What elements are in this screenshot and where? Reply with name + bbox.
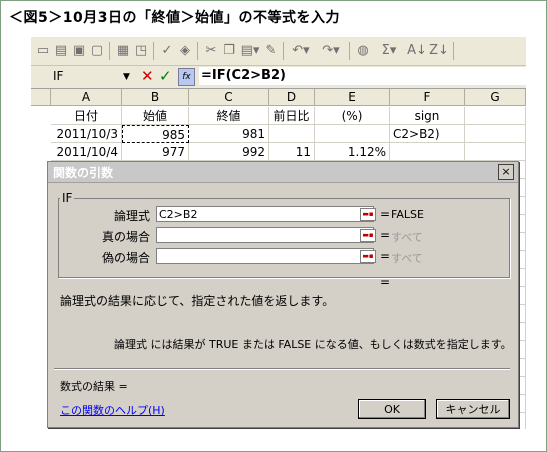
dialog-titlebar[interactable]: 関数の引数 ×	[48, 162, 518, 183]
column-header[interactable]: E	[315, 89, 390, 106]
cell-b3[interactable]: 977	[122, 143, 189, 161]
cell-d3[interactable]: 11	[269, 143, 315, 161]
column-header[interactable]: D	[269, 89, 315, 106]
column-header[interactable]: G	[465, 89, 526, 106]
cell-d2[interactable]	[269, 125, 315, 143]
cell-c1[interactable]: 終値	[189, 107, 269, 125]
cell-f3[interactable]	[390, 143, 465, 161]
function-result-equals: =	[380, 275, 391, 289]
value-if-false-label: 偽の場合	[101, 251, 150, 265]
select-all-corner[interactable]	[31, 89, 51, 106]
formula-bar: IF ▼ ✕ ✓ fx =IF(C2>B2)	[31, 66, 526, 89]
dialog-title: 関数の引数	[53, 166, 114, 180]
name-box[interactable]: IF	[33, 68, 131, 84]
column-header[interactable]: F	[390, 89, 465, 106]
cell-e3[interactable]: 1.12%	[315, 143, 390, 161]
ok-button[interactable]: OK	[358, 399, 426, 419]
permission-icon[interactable]: ▢	[89, 42, 105, 60]
formula-result-label: 数式の結果 =	[60, 380, 128, 393]
cell-b1[interactable]: 始値	[122, 107, 189, 125]
paste-icon[interactable]: ▤▾	[239, 42, 261, 60]
standard-toolbar: ▭ ▤ ▣ ▢ ▦ ◳ ✓ ◈ ✂ ❐ ▤▾ ✎ ↶▾ ↷▾ ◍ Σ▾ A↓ Z…	[31, 37, 526, 66]
value-if-true-input[interactable]	[156, 227, 374, 243]
toolbar-separator	[153, 42, 154, 60]
function-arguments-dialog: 関数の引数 × IF 論理式 C2>B2 ▬▪ = FALSE 真の場合 ▬▪ …	[47, 161, 519, 428]
equals-sign: =	[380, 207, 391, 221]
research-icon[interactable]: ◈	[177, 42, 193, 60]
spelling-icon[interactable]: ✓	[159, 42, 175, 60]
argument-description: 論理式 には結果が TRUE または FALSE になる値、もしくは数式を指定し…	[114, 338, 512, 351]
autosum-glyph: Σ	[381, 43, 390, 58]
cancel-formula-button[interactable]: ✕	[141, 68, 154, 85]
name-box-dropdown-icon[interactable]: ▼	[123, 72, 130, 82]
value-if-true-result: すべて	[391, 231, 423, 244]
new-icon[interactable]: ▭	[35, 42, 51, 60]
toolbar-separator	[349, 42, 350, 60]
enter-formula-button[interactable]: ✓	[159, 68, 172, 85]
hyperlink-icon[interactable]: ◍	[355, 42, 371, 60]
cell-g1[interactable]	[465, 107, 526, 125]
help-link[interactable]: この関数のヘルプ(H)	[60, 402, 165, 418]
cell-a2[interactable]: 2011/10/3	[51, 125, 122, 143]
cancel-button[interactable]: キャンセル	[436, 399, 510, 419]
save-icon[interactable]: ▣	[71, 42, 87, 60]
logical-test-label: 論理式	[113, 209, 150, 223]
column-header[interactable]: A	[51, 89, 122, 106]
cell-d1[interactable]: 前日比	[269, 107, 315, 125]
collapse-dialog-icon[interactable]: ▬▪	[360, 250, 376, 263]
sort-ascending-icon[interactable]: A↓	[407, 42, 427, 60]
figure-title: ＜図5＞10月3日の「終値＞始値」の不等式を入力	[9, 10, 340, 26]
cell-g3[interactable]	[465, 143, 526, 161]
sort-descending-icon[interactable]: Z↓	[429, 42, 449, 60]
formula-input[interactable]: =IF(C2>B2)	[199, 67, 526, 85]
column-header[interactable]: C	[189, 89, 269, 106]
format-painter-icon[interactable]: ✎	[263, 42, 279, 60]
logical-test-input[interactable]: C2>B2	[156, 206, 374, 222]
cell-e1[interactable]: (%)	[315, 107, 390, 125]
dialog-divider	[54, 368, 510, 370]
print-preview-icon[interactable]: ◳	[133, 42, 149, 60]
undo-icon[interactable]: ↶▾	[289, 42, 313, 60]
cell-f2[interactable]: C2>B2)	[390, 125, 465, 143]
value-if-true-label: 真の場合	[101, 230, 150, 244]
copy-icon[interactable]: ❐	[221, 42, 237, 60]
cell-b2[interactable]: 985	[122, 125, 189, 143]
cell-c2[interactable]: 981	[189, 125, 269, 143]
equals-sign: =	[380, 228, 391, 242]
collapse-dialog-icon[interactable]: ▬▪	[360, 208, 376, 221]
toolbar-separator	[109, 42, 110, 60]
cell-a1[interactable]: 日付	[51, 107, 122, 125]
column-header[interactable]: B	[122, 89, 189, 106]
cell-g2[interactable]	[465, 125, 526, 143]
value-if-false-result: すべて	[391, 252, 423, 265]
redo-icon[interactable]: ↷▾	[319, 42, 343, 60]
close-icon[interactable]: ×	[498, 164, 514, 180]
toolbar-separator	[283, 42, 284, 60]
cell-a3[interactable]: 2011/10/4	[51, 143, 122, 161]
toolbar-separator	[453, 42, 454, 60]
figure-frame: ＜図5＞10月3日の「終値＞始値」の不等式を入力 ▭ ▤ ▣ ▢ ▦ ◳ ✓ ◈…	[0, 0, 547, 452]
autosum-icon[interactable]: Σ▾	[377, 42, 401, 60]
cell-c3[interactable]: 992	[189, 143, 269, 161]
collapse-dialog-icon[interactable]: ▬▪	[360, 229, 376, 242]
equals-sign: =	[380, 249, 391, 263]
open-icon[interactable]: ▤	[53, 42, 69, 60]
cut-icon[interactable]: ✂	[203, 42, 219, 60]
cell-f1[interactable]: sign	[390, 107, 465, 125]
insert-function-button[interactable]: fx	[178, 68, 195, 86]
toolbar-separator	[197, 42, 198, 60]
logical-test-result: FALSE	[391, 208, 424, 221]
value-if-false-input[interactable]	[156, 248, 374, 264]
print-icon[interactable]: ▦	[115, 42, 131, 60]
function-name-label: IF	[60, 191, 75, 205]
cell-e2[interactable]	[315, 125, 390, 143]
function-description: 論理式の結果に応じて、指定された値を返します。	[60, 294, 335, 308]
